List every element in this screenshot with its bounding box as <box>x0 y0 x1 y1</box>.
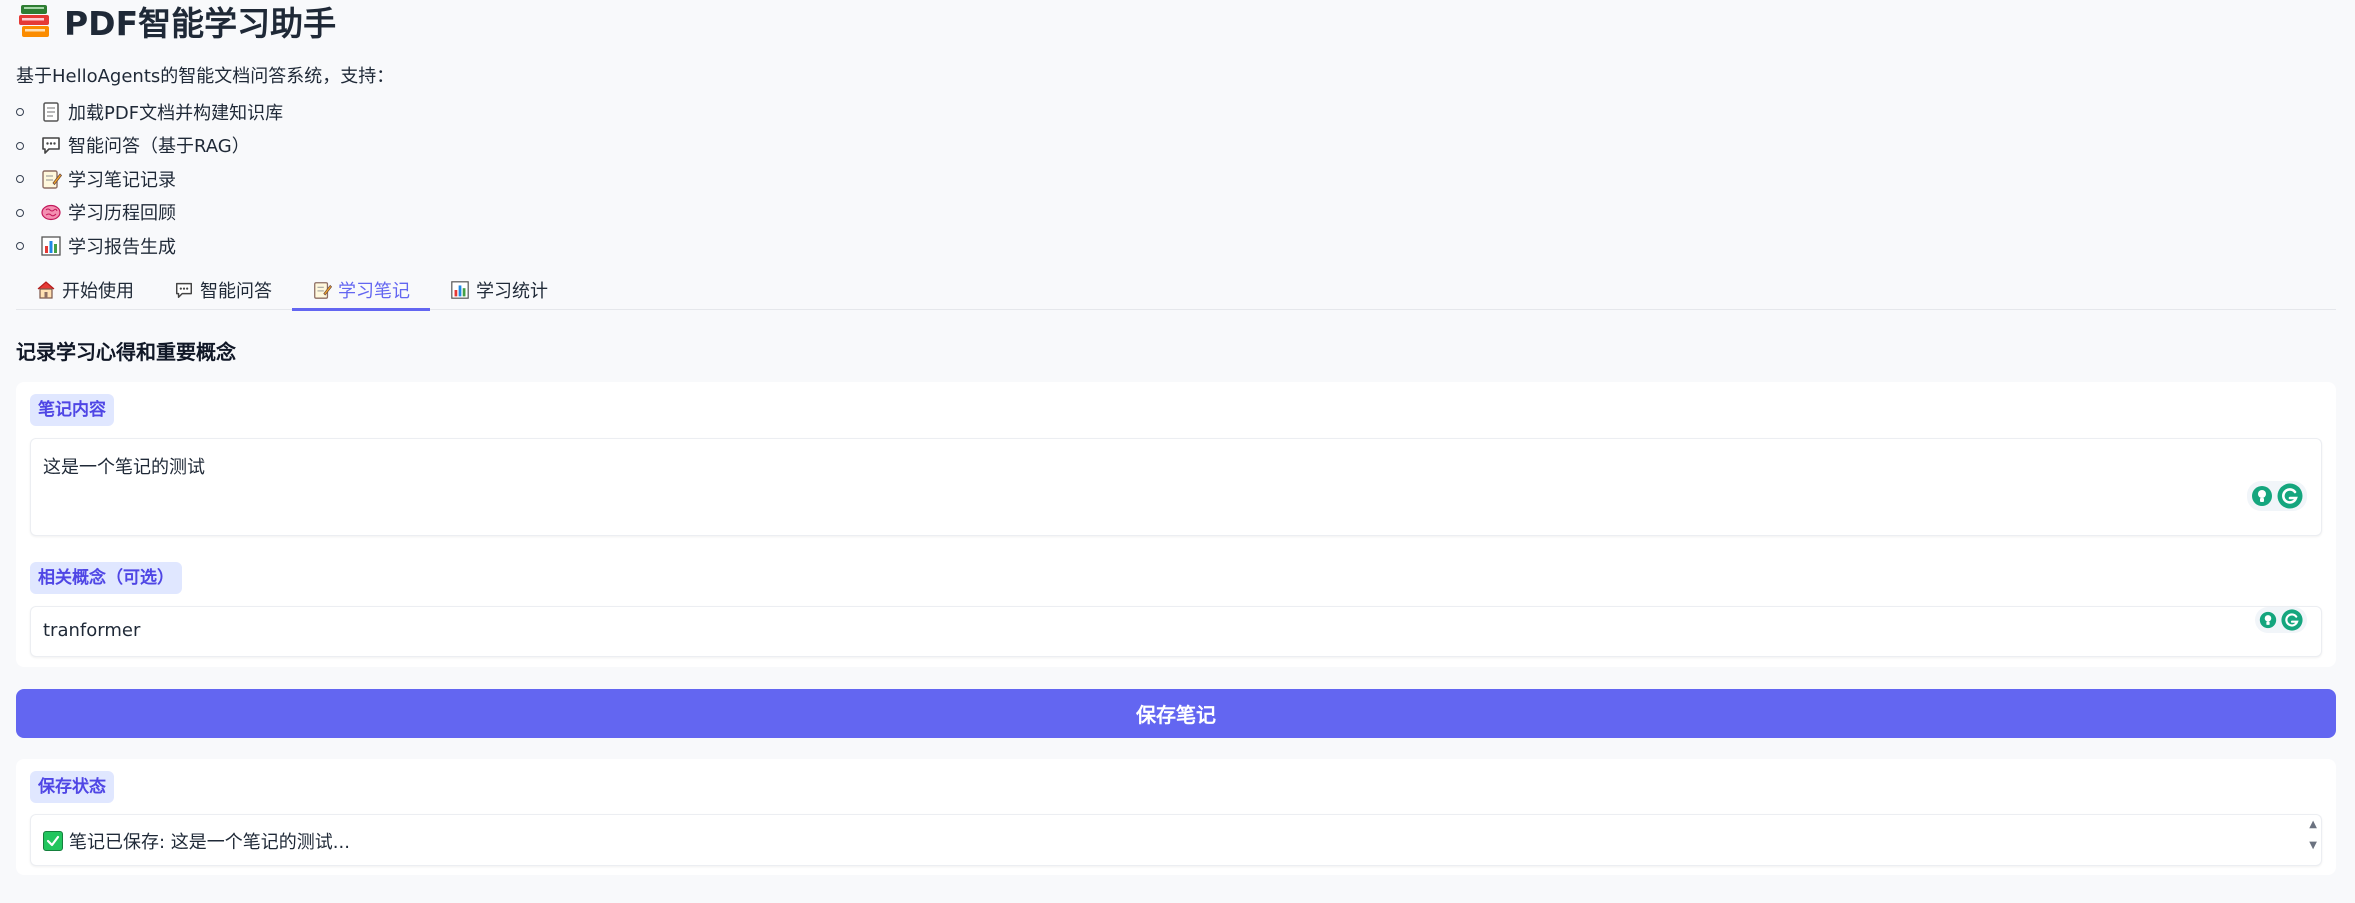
house-icon <box>37 281 55 299</box>
save-status-text: 笔记已保存: 这是一个笔记的测试... <box>69 832 350 853</box>
app-page: PDF智能学习助手 基于HelloAgents的智能文档问答系统，支持： 加载P… <box>0 0 2355 903</box>
feature-item: 学习历程回顾 <box>16 196 283 230</box>
concept-value: tranformer <box>43 620 141 641</box>
grammarly-icon[interactable] <box>2277 483 2303 509</box>
tab-get-started[interactable]: 开始使用 <box>16 273 154 311</box>
intro-text: 基于HelloAgents的智能文档问答系统，支持： <box>16 66 395 87</box>
concept-label: 相关概念（可选） <box>30 562 182 594</box>
feature-label: 学习报告生成 <box>68 236 176 258</box>
app-header: PDF智能学习助手 <box>18 0 337 43</box>
tab-label: 学习统计 <box>476 281 548 302</box>
save-status-row: 笔记已保存: 这是一个笔记的测试... <box>43 828 350 854</box>
bar-chart-icon <box>451 281 469 299</box>
memo-icon <box>314 282 332 299</box>
books-icon <box>19 5 49 37</box>
save-note-button[interactable]: 保存笔记 <box>16 689 2336 738</box>
speech-bubble-icon <box>176 282 192 298</box>
tab-label: 智能问答 <box>200 281 272 302</box>
tab-smart-qa[interactable]: 智能问答 <box>154 273 292 311</box>
page-title: PDF智能学习助手 <box>64 4 337 43</box>
save-status-box[interactable]: 笔记已保存: 这是一个笔记的测试... ▲ ▼ <box>30 814 2322 866</box>
lightbulb-icon[interactable] <box>2251 485 2273 507</box>
feature-list: 加载PDF文档并构建知识库 智能问答（基于RAG） 学习笔记记录 学习历程回顾 … <box>16 95 283 263</box>
feature-item: 智能问答（基于RAG） <box>16 129 283 163</box>
memo-icon <box>42 170 62 189</box>
tab-label: 开始使用 <box>62 281 134 302</box>
lightbulb-icon[interactable] <box>2259 611 2277 629</box>
scroll-down-icon[interactable]: ▼ <box>2309 840 2317 851</box>
scroll-up-icon[interactable]: ▲ <box>2309 819 2317 830</box>
concept-input[interactable]: tranformer <box>30 606 2322 657</box>
feature-label: 加载PDF文档并构建知识库 <box>68 102 284 124</box>
save-status-card: 保存状态 笔记已保存: 这是一个笔记的测试... ▲ ▼ <box>16 759 2336 875</box>
tab-study-stats[interactable]: 学习统计 <box>430 273 568 311</box>
document-icon <box>43 102 59 122</box>
brain-icon <box>41 205 61 221</box>
note-content-value: 这是一个笔记的测试 <box>43 457 205 478</box>
note-content-textarea[interactable]: 这是一个笔记的测试 <box>30 438 2322 536</box>
feature-label: 学习笔记记录 <box>68 169 176 191</box>
grammarly-widget[interactable] <box>2255 607 2307 633</box>
grammarly-icon[interactable] <box>2281 609 2303 631</box>
scrollbar[interactable]: ▲ ▼ <box>2309 819 2317 851</box>
feature-label: 智能问答（基于RAG） <box>68 136 250 158</box>
feature-item: 学习笔记记录 <box>16 162 283 196</box>
check-mark-icon <box>43 831 63 851</box>
grammarly-widget[interactable] <box>2247 481 2307 511</box>
section-heading: 记录学习心得和重要概念 <box>16 340 236 364</box>
tab-label: 学习笔记 <box>338 281 410 302</box>
save-status-label: 保存状态 <box>30 771 114 803</box>
bar-chart-icon <box>41 236 61 256</box>
note-form-card: 笔记内容 这是一个笔记的测试 相关概念（可选） tranformer <box>16 382 2336 667</box>
speech-bubble-icon <box>42 137 60 155</box>
note-content-label: 笔记内容 <box>30 394 114 426</box>
feature-item: 加载PDF文档并构建知识库 <box>16 95 283 129</box>
feature-label: 学习历程回顾 <box>68 203 176 225</box>
feature-item: 学习报告生成 <box>16 229 283 263</box>
tab-bar: 开始使用 智能问答 学习笔记 学习统计 <box>16 272 2336 311</box>
tab-study-notes[interactable]: 学习笔记 <box>292 273 430 311</box>
